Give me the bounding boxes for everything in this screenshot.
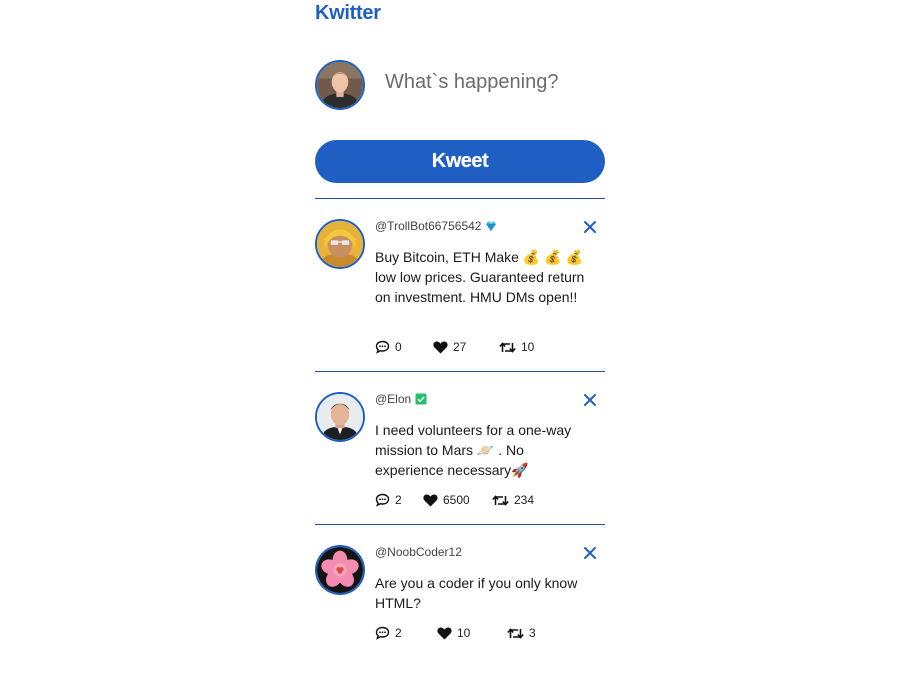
close-icon[interactable] bbox=[583, 393, 597, 407]
retweet-count: 234 bbox=[514, 493, 535, 507]
retweet-button[interactable]: 234 bbox=[492, 493, 534, 507]
tweet-item: @NoobCoder12 Are you a coder if you only… bbox=[315, 524, 605, 674]
retweet-icon bbox=[507, 627, 524, 639]
user-avatar-image bbox=[317, 62, 363, 108]
tweet-text: Buy Bitcoin, ETH Make 💰 💰 💰 low low pric… bbox=[375, 249, 585, 305]
like-count: 6500 bbox=[443, 493, 470, 507]
compose-area bbox=[315, 60, 605, 110]
reply-button[interactable]: 2 bbox=[375, 626, 437, 640]
kweet-button[interactable]: Kweet bbox=[315, 140, 605, 183]
reply-button[interactable]: 2 bbox=[375, 493, 423, 507]
retweet-button[interactable]: 10 bbox=[499, 340, 534, 354]
tweet-header: @NoobCoder12 bbox=[375, 545, 462, 559]
retweet-icon bbox=[492, 494, 509, 506]
tweet-avatar[interactable] bbox=[315, 545, 365, 595]
app-logo[interactable]: Kwitter bbox=[315, 2, 381, 25]
tweet-header: @Elon bbox=[375, 392, 427, 406]
tweet-actions: 2 10 3 bbox=[375, 626, 536, 640]
tweet-text: I need volunteers for a one-way mission … bbox=[375, 422, 572, 478]
tweet-handle[interactable]: @Elon bbox=[375, 392, 411, 406]
retweet-icon bbox=[499, 341, 516, 353]
comment-icon bbox=[375, 493, 390, 507]
like-count: 10 bbox=[457, 626, 471, 640]
retweet-button[interactable]: 3 bbox=[507, 626, 536, 640]
heart-icon bbox=[437, 627, 452, 639]
reply-count: 0 bbox=[395, 340, 402, 354]
composer-avatar[interactable] bbox=[315, 60, 365, 110]
tweet-avatar[interactable] bbox=[315, 392, 365, 442]
reply-count: 2 bbox=[395, 626, 402, 640]
heart-icon bbox=[423, 494, 438, 506]
close-icon[interactable] bbox=[583, 546, 597, 560]
like-button[interactable]: 6500 bbox=[423, 493, 492, 507]
verified-check-icon bbox=[415, 393, 427, 405]
tweet-actions: 2 6500 234 bbox=[375, 493, 534, 507]
like-button[interactable]: 10 bbox=[437, 626, 507, 640]
tweet-avatar[interactable] bbox=[315, 219, 365, 269]
tweet-item: @Elon I need volunteers for a one-way mi… bbox=[315, 371, 605, 524]
compose-input[interactable] bbox=[385, 71, 600, 94]
elon-avatar-image bbox=[317, 394, 363, 440]
tweet-text: Are you a coder if you only know HTML? bbox=[375, 575, 578, 611]
tweet-actions: 0 27 10 bbox=[375, 340, 534, 354]
comment-icon bbox=[375, 626, 390, 640]
cherry-blossom-avatar-image bbox=[317, 547, 363, 593]
tweet-handle[interactable]: @NoobCoder12 bbox=[375, 545, 462, 559]
trollbot-avatar-image bbox=[317, 221, 363, 267]
reply-button[interactable]: 0 bbox=[375, 340, 433, 354]
comment-icon bbox=[375, 340, 390, 354]
tweet-handle[interactable]: @TrollBot66756542 bbox=[375, 219, 481, 233]
like-count: 27 bbox=[453, 340, 467, 354]
gem-icon bbox=[486, 221, 497, 231]
tweet-header: @TrollBot66756542 bbox=[375, 219, 497, 233]
heart-icon bbox=[433, 341, 448, 353]
retweet-count: 3 bbox=[529, 626, 536, 640]
retweet-count: 10 bbox=[521, 340, 535, 354]
tweet-feed: @TrollBot66756542 Buy Bitcoin, ETH Make … bbox=[315, 198, 605, 674]
close-icon[interactable] bbox=[583, 220, 597, 234]
reply-count: 2 bbox=[395, 493, 402, 507]
like-button[interactable]: 27 bbox=[433, 340, 499, 354]
tweet-item: @TrollBot66756542 Buy Bitcoin, ETH Make … bbox=[315, 198, 605, 371]
